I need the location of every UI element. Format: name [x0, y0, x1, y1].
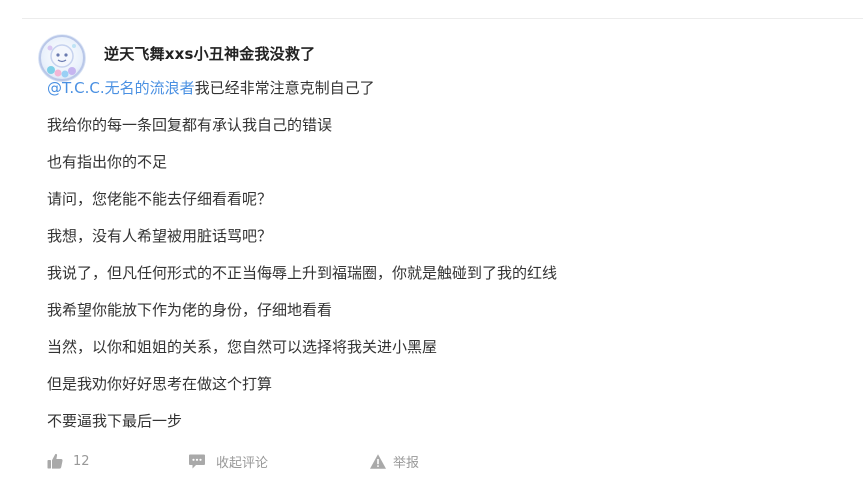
first-line-text: 我已经非常注意克制自己了	[194, 79, 375, 97]
comment-line: 当然，以你和姐姐的关系，您自然可以选择将我关进小黑屋	[47, 338, 438, 356]
collapse-comments-label: 收起评论	[216, 456, 269, 471]
comment-line: 我说了，但凡任何形式的不正当侮辱上升到福瑞圈，你就是触碰到了我的红线	[47, 264, 558, 282]
report-button[interactable]: 举报	[369, 452, 419, 471]
username[interactable]: 逆天飞舞xxs小丑神金我没救了	[104, 43, 315, 64]
comment-line: 我希望你能放下作为佬的身份，仔细地看看	[47, 301, 333, 319]
comment-line: 不要逼我下最后一步	[47, 412, 183, 430]
warning-triangle-icon	[370, 454, 386, 469]
comment-line: 请问，您佬能不能去仔细看看呢？	[47, 190, 273, 208]
comment-content: @T.C.C.无名的流浪者我已经非常注意克制自己了 我给你的每一条回复都有承认我…	[47, 76, 847, 446]
mention-link[interactable]: @T.C.C.无名的流浪者	[47, 79, 195, 97]
comment-line-first: @T.C.C.无名的流浪者我已经非常注意克制自己了	[47, 76, 847, 113]
comment-bubble-icon	[189, 454, 205, 469]
user-avatar[interactable]	[38, 34, 86, 82]
comment-line: 也有指出你的不足	[47, 153, 168, 171]
comment-line: 我给你的每一条回复都有承认我自己的错误	[47, 116, 333, 134]
like-count: 12	[73, 453, 90, 469]
thumbs-up-icon	[47, 453, 63, 469]
collapse-comments-button[interactable]: 收起评论	[188, 452, 268, 471]
avatar-image	[38, 34, 86, 82]
comment-line: 我想，没有人希望被用脏话骂吧？	[47, 227, 273, 245]
comment-line: 但是我劝你好好思考在做这个打算	[47, 375, 273, 393]
report-label: 举报	[393, 456, 420, 471]
comment-post: 逆天飞舞xxs小丑神金我没救了 @T.C.C.无名的流浪者我已经非常注意克制自己…	[0, 0, 863, 481]
like-button[interactable]: 12	[46, 452, 90, 470]
